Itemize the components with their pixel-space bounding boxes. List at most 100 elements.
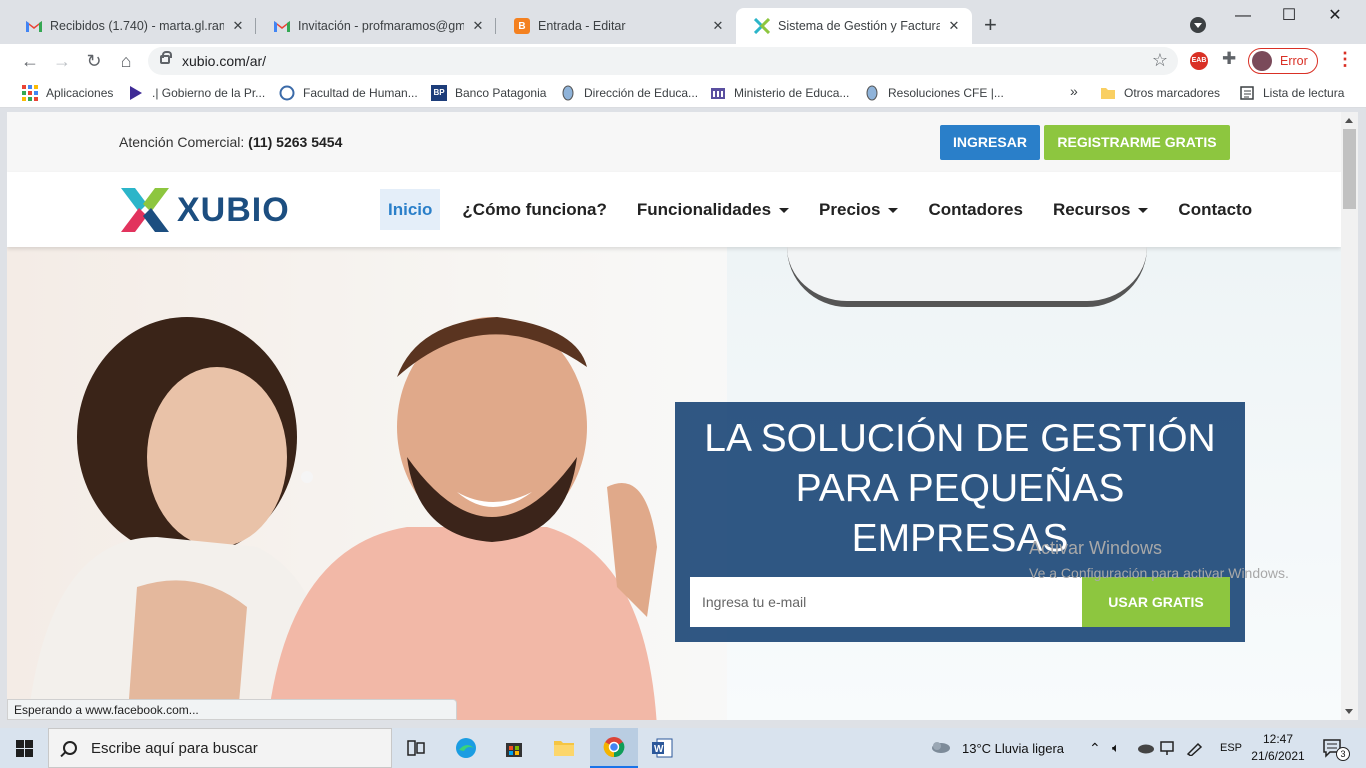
- bookmark-label: Facultad de Human...: [303, 86, 418, 100]
- edge-icon[interactable]: [442, 728, 490, 768]
- bookmark-facultad[interactable]: Facultad de Human...: [279, 85, 418, 101]
- nav-label: Recursos: [1052, 200, 1131, 219]
- search-icon: [63, 741, 77, 755]
- bookmark-label: Lista de lectura: [1263, 86, 1345, 100]
- search-placeholder: Escribe aquí para buscar: [91, 739, 258, 757]
- bookmark-otros[interactable]: Otros marcadores: [1100, 85, 1220, 101]
- task-view-icon[interactable]: [392, 728, 440, 768]
- caret-down-icon: [888, 208, 899, 214]
- scroll-down-icon[interactable]: [1345, 709, 1353, 714]
- close-window-button[interactable]: ✕: [1312, 4, 1358, 30]
- network-icon[interactable]: [1160, 728, 1178, 768]
- hero-cta-box: LA SOLUCIÓN DE GESTIÓN PARA PEQUEÑAS EMP…: [675, 402, 1245, 642]
- site-top-bar: Atención Comercial: (11) 5263 5454 INGRE…: [7, 112, 1341, 172]
- nav-label: Contadores: [928, 200, 1023, 219]
- tab-xubio[interactable]: Sistema de Gestión y Facturación ✕: [736, 8, 972, 44]
- bookmark-apps[interactable]: Aplicaciones: [22, 85, 113, 101]
- weather-widget[interactable]: 13°C Lluvia ligera: [930, 728, 1064, 768]
- close-icon[interactable]: ✕: [946, 18, 962, 34]
- reload-icon[interactable]: ↻: [81, 48, 107, 74]
- register-button[interactable]: REGISTRARME GRATIS: [1044, 125, 1230, 160]
- bookmark-label: .| Gobierno de la Pr...: [152, 86, 266, 100]
- bookmark-icon: [864, 85, 880, 101]
- forward-icon[interactable]: →: [49, 48, 75, 74]
- close-icon[interactable]: ✕: [710, 18, 726, 34]
- close-icon[interactable]: ✕: [470, 18, 486, 34]
- browser-tab-strip: Recibidos (1.740) - marta.gl.ramos@ ✕ In…: [0, 0, 1366, 44]
- hero-man-image: [267, 317, 657, 720]
- file-explorer-icon[interactable]: [540, 728, 588, 768]
- nav-contadores[interactable]: Contadores: [920, 189, 1030, 230]
- nav-recursos[interactable]: Recursos: [1045, 189, 1156, 230]
- contact-info: Atención Comercial: (11) 5263 5454: [119, 134, 342, 150]
- extensions-icon[interactable]: ✚: [1222, 49, 1236, 69]
- xubio-logo[interactable]: XUBIO: [119, 186, 290, 234]
- clock-time: 12:47: [1262, 732, 1294, 746]
- nav-inicio[interactable]: Inicio: [380, 189, 441, 230]
- home-icon[interactable]: ⌂: [113, 48, 139, 74]
- nav-contacto[interactable]: Contacto: [1170, 189, 1260, 230]
- bookmark-star-icon[interactable]: ☆: [1152, 50, 1168, 71]
- nav-como-funciona[interactable]: ¿Cómo funciona?: [454, 189, 614, 230]
- volume-icon[interactable]: 🔈︎: [1112, 728, 1120, 768]
- notification-center-icon[interactable]: 3: [1322, 728, 1358, 768]
- pen-icon[interactable]: [1186, 728, 1204, 768]
- hero-section: LA SOLUCIÓN DE GESTIÓN PARA PEQUEÑAS EMP…: [7, 247, 1341, 720]
- tab-title: Recibidos (1.740) - marta.gl.ramos@: [50, 19, 224, 33]
- clock-date: 21/6/2021: [1251, 749, 1305, 763]
- scroll-up-icon[interactable]: [1345, 118, 1353, 123]
- back-icon[interactable]: ←: [17, 48, 43, 74]
- word-icon[interactable]: W: [638, 728, 686, 768]
- reading-list-button[interactable]: Lista de lectura: [1239, 85, 1344, 101]
- bookmark-banco[interactable]: BP Banco Patagonia: [431, 85, 546, 101]
- apps-icon: [22, 85, 38, 101]
- tab-blogger[interactable]: B Entrada - Editar ✕: [496, 8, 736, 44]
- svg-text:W: W: [654, 744, 664, 755]
- weather-text: 13°C Lluvia ligera: [962, 740, 1065, 756]
- menu-kebab-icon[interactable]: ⋮: [1336, 49, 1354, 70]
- browser-status-bar: Esperando a www.facebook.com...: [7, 699, 457, 720]
- contact-phone[interactable]: (11) 5263 5454: [248, 134, 342, 150]
- store-icon[interactable]: [490, 728, 538, 768]
- start-button[interactable]: [0, 728, 48, 768]
- language-indicator[interactable]: ESP: [1220, 728, 1242, 768]
- nav-precios[interactable]: Precios: [811, 189, 906, 230]
- nav-label: Contacto: [1178, 200, 1253, 219]
- profile-button[interactable]: Error: [1248, 48, 1318, 74]
- email-input[interactable]: [690, 577, 1082, 627]
- bookmarks-overflow-button[interactable]: »: [1070, 83, 1078, 99]
- clock[interactable]: 12:47 21/6/2021: [1250, 731, 1306, 765]
- profile-status: Error: [1280, 54, 1308, 68]
- show-hidden-icons[interactable]: ⌃: [1089, 728, 1101, 768]
- tab-search-icon[interactable]: [1190, 17, 1206, 33]
- use-free-button[interactable]: USAR GRATIS: [1082, 577, 1230, 627]
- folder-icon: [1100, 85, 1116, 101]
- logo-text: XUBIO: [177, 190, 290, 229]
- bookmark-ministerio[interactable]: Ministerio de Educa...: [710, 85, 849, 101]
- eab-extension-icon[interactable]: EAB: [1190, 52, 1208, 70]
- address-bar[interactable]: xubio.com/ar/ ☆: [148, 47, 1178, 75]
- nav-funcionalidades[interactable]: Funcionalidades: [629, 189, 797, 230]
- taskbar-search[interactable]: Escribe aquí para buscar: [48, 728, 392, 768]
- gmail-icon: [26, 18, 42, 34]
- onedrive-icon[interactable]: [1136, 728, 1154, 768]
- bookmark-direccion[interactable]: Dirección de Educa...: [560, 85, 698, 101]
- minimize-button[interactable]: —: [1220, 4, 1266, 30]
- windows-logo-icon: [15, 739, 33, 757]
- hero-lamp-image: [787, 247, 1147, 307]
- chrome-icon[interactable]: [590, 728, 638, 768]
- page-scrollbar[interactable]: [1341, 112, 1358, 720]
- tab-gmail-invitation[interactable]: Invitación - profmaramos@gmail.c ✕: [256, 8, 496, 44]
- page-viewport: Atención Comercial: (11) 5263 5454 INGRE…: [7, 112, 1341, 720]
- lock-icon: [160, 51, 172, 64]
- new-tab-button[interactable]: +: [984, 12, 997, 38]
- bookmark-label: Ministerio de Educa...: [734, 86, 850, 100]
- login-button[interactable]: INGRESAR: [940, 125, 1040, 160]
- maximize-button[interactable]: ☐: [1266, 4, 1312, 30]
- scrollbar-thumb[interactable]: [1343, 129, 1356, 209]
- bookmark-resoluciones[interactable]: Resoluciones CFE |...: [864, 85, 1004, 101]
- tab-gmail-inbox[interactable]: Recibidos (1.740) - marta.gl.ramos@ ✕: [8, 8, 256, 44]
- bookmark-gobierno[interactable]: .| Gobierno de la Pr...: [128, 85, 265, 101]
- close-icon[interactable]: ✕: [230, 18, 246, 34]
- tab-title: Invitación - profmaramos@gmail.c: [298, 19, 464, 33]
